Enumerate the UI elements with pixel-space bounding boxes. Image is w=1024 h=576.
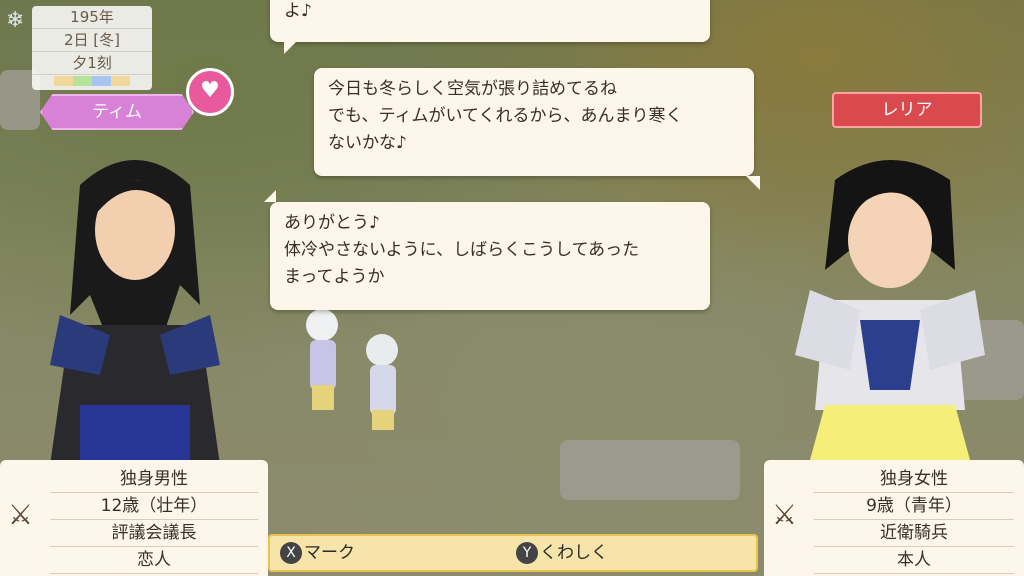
crossed-swords-icon: ⚔ [8, 498, 34, 531]
dialogue-line: 今日も冬らしく空気が張り詰めてるね [328, 79, 617, 99]
season-segment [111, 76, 130, 86]
info-occupation: 評議会議長 [50, 520, 258, 547]
dialogue-line: 体冷やさないように、しばらくこうしてあった [284, 240, 640, 260]
speech-bubble-right: 今日も冬らしく空気が張り詰めてるね でも、ティムがいてくれるから、あんまり寒く … [314, 68, 760, 190]
speech-bubble-left: よ♪ [270, 0, 710, 54]
mark-label: マーク [304, 543, 355, 563]
year-label: 195年 [32, 6, 152, 29]
rock [560, 440, 740, 500]
time-label: 夕1刻 [32, 52, 152, 75]
snowflake-icon: ❄ [6, 8, 25, 33]
dialogue-line: まってようか [284, 267, 385, 287]
dialogue-line: ありがとう♪ [284, 213, 380, 233]
character-portrait-tim [50, 160, 220, 465]
chibi-figures [306, 309, 398, 430]
dialogue-line: でも、ティムがいてくれるから、あんまり寒く [328, 106, 683, 126]
character-portrait-reria [795, 160, 985, 460]
info-status: 独身男性 [50, 466, 258, 493]
crossed-swords-icon: ⚔ [772, 498, 798, 531]
heart-icon[interactable]: ♥ [186, 68, 234, 116]
info-relation: 本人 [814, 547, 1014, 574]
character-name-tag-left: ティム [40, 94, 194, 130]
character-name-tag-right: レリア [832, 92, 982, 128]
y-button-icon: Y [516, 542, 538, 564]
action-bar: X マーク Y くわしく [268, 534, 758, 572]
character-info-panel-left: ⚔ 独身男性 12歳（壮年） 評議会議長 恋人 [0, 460, 268, 576]
character-info-panel-right: ⚔ 独身女性 9歳（青年） 近衛騎兵 本人 [764, 460, 1024, 576]
info-status: 独身女性 [814, 466, 1014, 493]
season-bar [54, 76, 130, 86]
dialogue-line: ないかな♪ [328, 133, 407, 153]
info-relation: 恋人 [50, 547, 258, 574]
info-age: 12歳（壮年） [50, 493, 258, 520]
season-segment [73, 76, 92, 86]
dialogue-line: よ♪ [284, 1, 312, 21]
speech-bubble-left: ありがとう♪ 体冷やさないように、しばらくこうしてあった まってようか [264, 190, 710, 310]
x-button-icon: X [280, 542, 302, 564]
season-segment [54, 76, 73, 86]
mark-button[interactable]: X マーク [280, 540, 355, 566]
date-panel: 195年 2日 [冬] 夕1刻 [32, 6, 152, 90]
details-label: くわしく [540, 543, 608, 563]
info-age: 9歳（青年） [814, 493, 1014, 520]
info-occupation: 近衛騎兵 [814, 520, 1014, 547]
day-label: 2日 [冬] [32, 29, 152, 52]
details-button[interactable]: Y くわしく [516, 540, 608, 566]
season-segment [92, 76, 111, 86]
